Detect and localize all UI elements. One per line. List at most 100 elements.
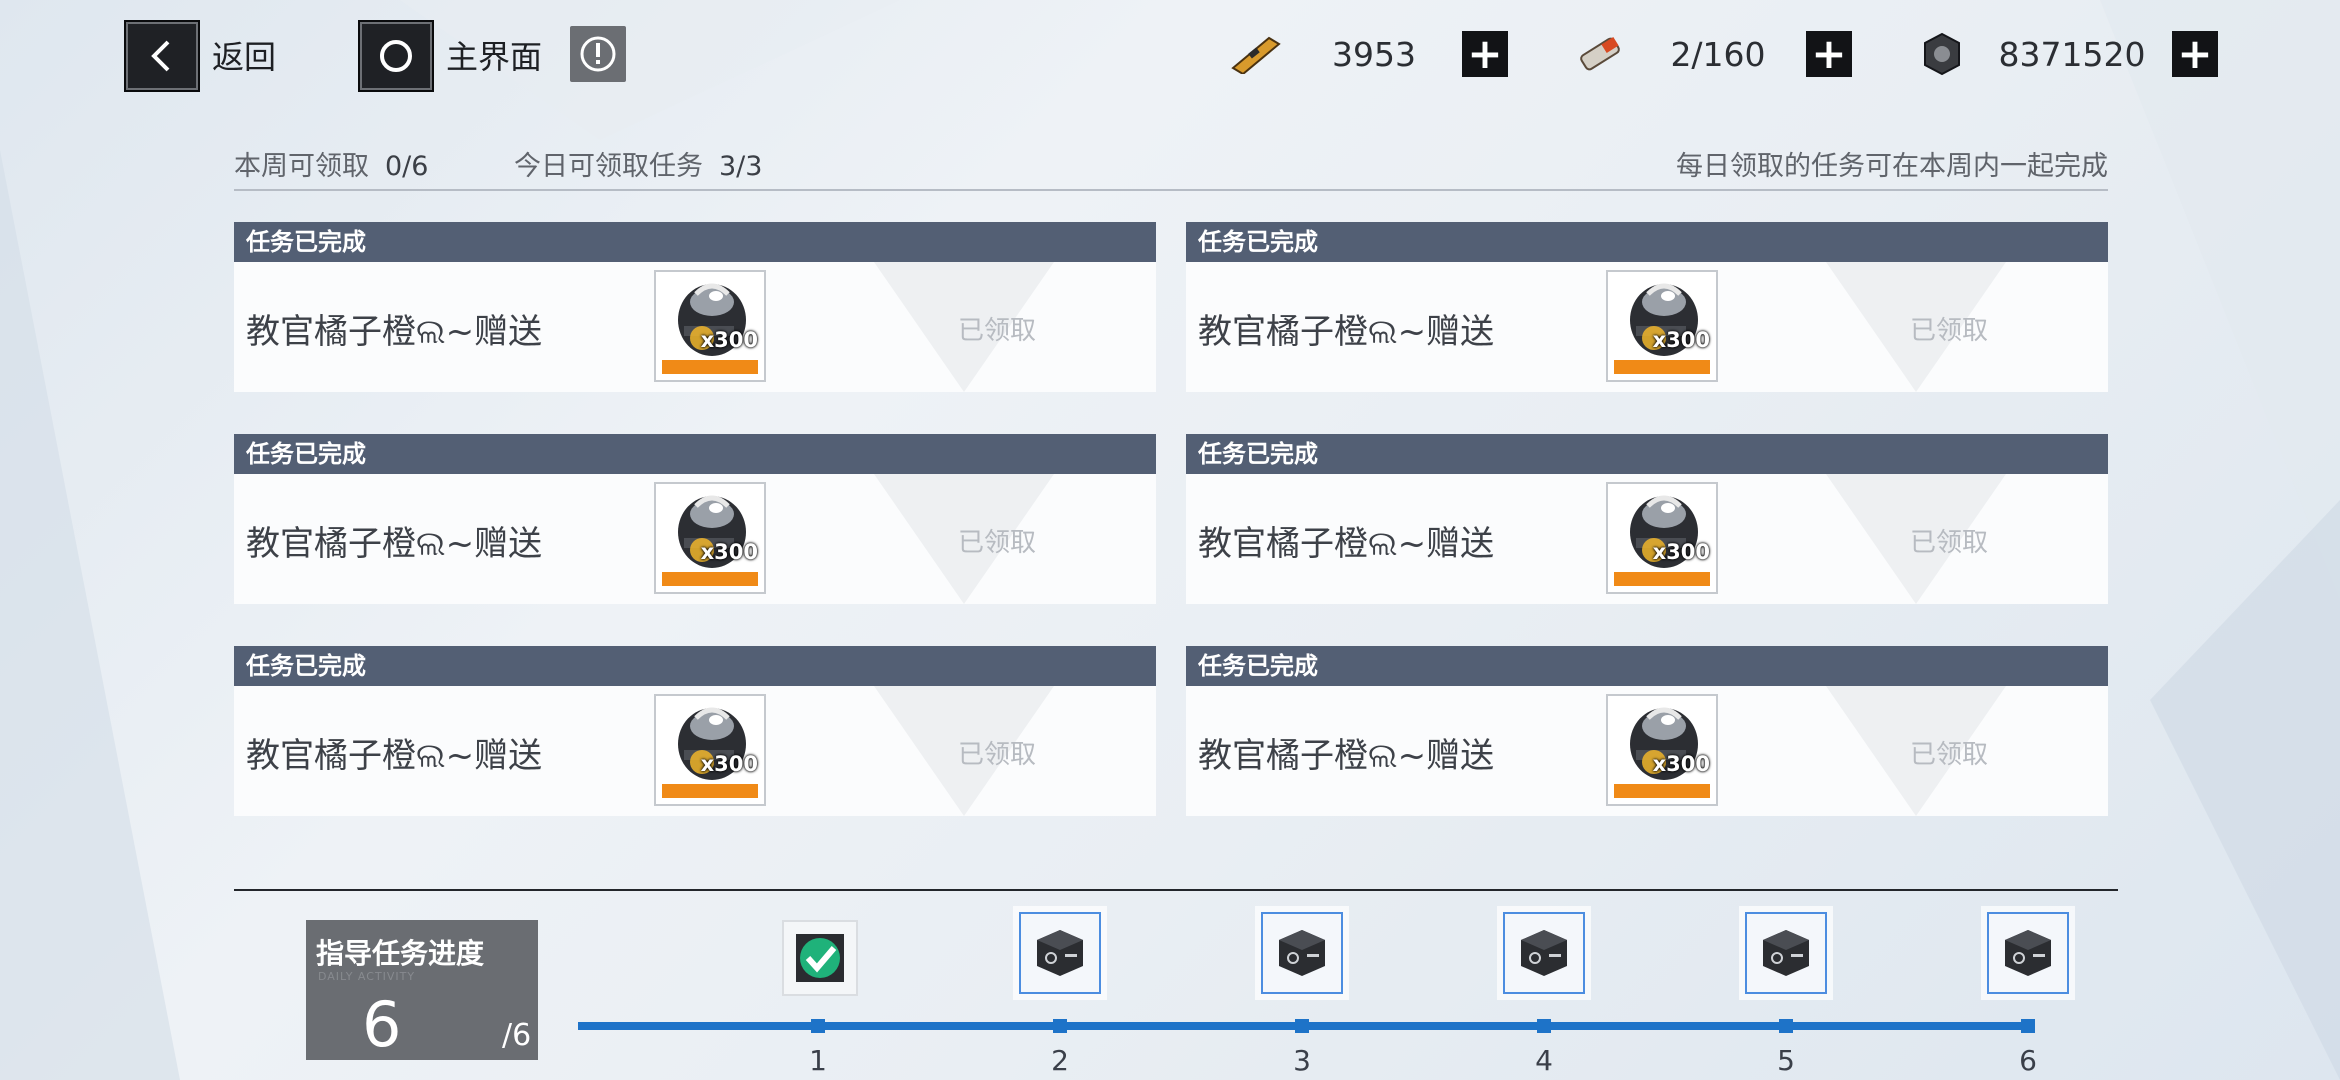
claimed-label: 已领取 — [1910, 528, 1989, 558]
reward-claimed-check — [782, 920, 858, 996]
task-status: 任务已完成 — [234, 646, 1156, 686]
task-body: 教官橘子橙ଲ~赠送 x300 已领取 — [234, 686, 1156, 816]
task-name: 教官橘子橙ଲ~赠送 — [246, 524, 543, 564]
task-card-5: 任务已完成 教官橘子橙ଲ~赠送 x300 已领取 — [234, 634, 1156, 819]
progress-step-label: 3 — [1293, 1044, 1311, 1077]
daily-claim-label: 今日可领取任务 — [514, 151, 703, 182]
claimed-label: 已领取 — [958, 528, 1037, 558]
resource-battery: 2/160 + — [1570, 24, 1852, 84]
task-card-6: 任务已完成 教官橘子橙ଲ~赠送 x300 已领取 — [1186, 634, 2108, 819]
reward-item[interactable]: x300 — [654, 694, 766, 806]
task-card-4: 任务已完成 教官橘子橙ଲ~赠送 x300 已领取 — [1186, 422, 2108, 607]
chest-icon — [1521, 930, 1567, 976]
ticket-value: 3953 — [1332, 34, 1416, 74]
task-body: 教官橘子橙ଲ~赠送 x300 已领取 — [1186, 474, 2108, 604]
task-card-3: 任务已完成 教官橘子橙ଲ~赠送 x300 已领取 — [234, 422, 1156, 607]
progress-total: /6 — [502, 1018, 532, 1053]
progress-title: 指导任务进度 — [316, 937, 485, 970]
reward-item[interactable]: x300 — [1606, 270, 1718, 382]
chest-icon — [1037, 930, 1083, 976]
reward-rarity-bar — [662, 572, 758, 586]
claimed-label: 已领取 — [1910, 316, 1989, 346]
task-name: 教官橘子橙ଲ~赠送 — [246, 312, 543, 352]
chest-icon — [1279, 930, 1325, 976]
progress-step-label: 6 — [2019, 1044, 2037, 1077]
task-name: 教官橘子橙ଲ~赠送 — [1198, 524, 1495, 564]
add-battery-button[interactable]: + — [1806, 31, 1852, 77]
gear-coin-icon — [1912, 24, 1972, 84]
claimed-label: 已领取 — [958, 740, 1037, 770]
task-status: 任务已完成 — [1186, 222, 2108, 262]
back-button[interactable] — [124, 20, 200, 92]
weekly-note: 每日领取的任务可在本周内一起完成 — [1676, 151, 2108, 182]
reward-quantity: x300 — [1652, 328, 1710, 352]
home-button[interactable] — [358, 20, 434, 92]
progress-step-label: 5 — [1777, 1044, 1795, 1077]
daily-claim-info: 今日可领取任务 3/3 — [514, 144, 762, 183]
progress-node-5 — [1779, 1019, 1793, 1033]
task-status: 任务已完成 — [234, 434, 1156, 474]
task-body: 教官橘子橙ଲ~赠送 x300 已领取 — [234, 474, 1156, 604]
reward-quantity: x300 — [700, 328, 758, 352]
reward-chest-6[interactable] — [1987, 912, 2069, 994]
task-name: 教官橘子橙ଲ~赠送 — [246, 736, 543, 776]
circle-icon — [380, 40, 412, 72]
chevron-left-icon — [151, 40, 170, 72]
reward-chest-2[interactable] — [1019, 912, 1101, 994]
weekly-claim-value: 0/6 — [385, 151, 429, 182]
reward-rarity-bar — [1614, 360, 1710, 374]
reward-chest-3[interactable] — [1261, 912, 1343, 994]
progress-node-2 — [1053, 1019, 1067, 1033]
exclamation-circle-icon — [580, 36, 616, 72]
reward-chest-4[interactable] — [1503, 912, 1585, 994]
divider — [234, 189, 2108, 191]
add-coin-button[interactable]: + — [2172, 31, 2218, 77]
reward-rarity-bar — [1614, 572, 1710, 586]
check-icon — [796, 934, 844, 982]
progress-node-4 — [1537, 1019, 1551, 1033]
task-body: 教官橘子橙ଲ~赠送 x300 已领取 — [1186, 686, 2108, 816]
weekly-claim-info: 本周可领取 0/6 — [234, 144, 428, 183]
progress-step-label: 4 — [1535, 1044, 1553, 1077]
progress-step-label: 2 — [1051, 1044, 1069, 1077]
progress-current: 6 — [362, 988, 402, 1061]
reward-quantity: x300 — [1652, 752, 1710, 776]
chest-icon — [2005, 930, 2051, 976]
progress-summary: 指导任务进度 DAILY ACTIVITY 6 /6 — [306, 920, 538, 1061]
reward-rarity-bar — [662, 360, 758, 374]
progress-node-1 — [811, 1019, 825, 1033]
progress-step-label: 1 — [809, 1044, 827, 1077]
ticket-icon — [1226, 24, 1286, 84]
reward-quantity: x300 — [700, 540, 758, 564]
task-card-1: 任务已完成 教官橘子橙ଲ~赠送 x300 已领取 — [234, 210, 1156, 395]
reward-item[interactable]: x300 — [1606, 694, 1718, 806]
task-body: 教官橘子橙ଲ~赠送 x300 已领取 — [1186, 262, 2108, 392]
battery-icon — [1570, 24, 1630, 84]
reward-quantity: x300 — [700, 752, 758, 776]
chest-icon — [1763, 930, 1809, 976]
task-status: 任务已完成 — [234, 222, 1156, 262]
home-label[interactable]: 主界面 — [446, 32, 542, 78]
reward-rarity-bar — [662, 784, 758, 798]
info-button[interactable] — [570, 26, 626, 82]
task-status: 任务已完成 — [1186, 646, 2108, 686]
back-label[interactable]: 返回 — [212, 32, 276, 78]
weekly-claim-label: 本周可领取 — [234, 151, 369, 182]
reward-chest-5[interactable] — [1745, 912, 1827, 994]
progress-node-6 — [2021, 1019, 2035, 1033]
reward-rarity-bar — [1614, 784, 1710, 798]
task-status: 任务已完成 — [1186, 434, 2108, 474]
reward-item[interactable]: x300 — [654, 270, 766, 382]
resource-coin: 8371520 + — [1912, 24, 2218, 84]
progress-node-3 — [1295, 1019, 1309, 1033]
progress-subtitle: DAILY ACTIVITY — [318, 970, 416, 983]
reward-item[interactable]: x300 — [1606, 482, 1718, 594]
task-card-2: 任务已完成 教官橘子橙ଲ~赠送 x300 已领取 — [1186, 210, 2108, 395]
progress-divider — [234, 889, 2118, 891]
reward-quantity: x300 — [1652, 540, 1710, 564]
reward-item[interactable]: x300 — [654, 482, 766, 594]
task-name: 教官橘子橙ଲ~赠送 — [1198, 312, 1495, 352]
add-ticket-button[interactable]: + — [1462, 31, 1508, 77]
daily-claim-value: 3/3 — [719, 151, 763, 182]
battery-value: 2/160 — [1670, 34, 1766, 74]
